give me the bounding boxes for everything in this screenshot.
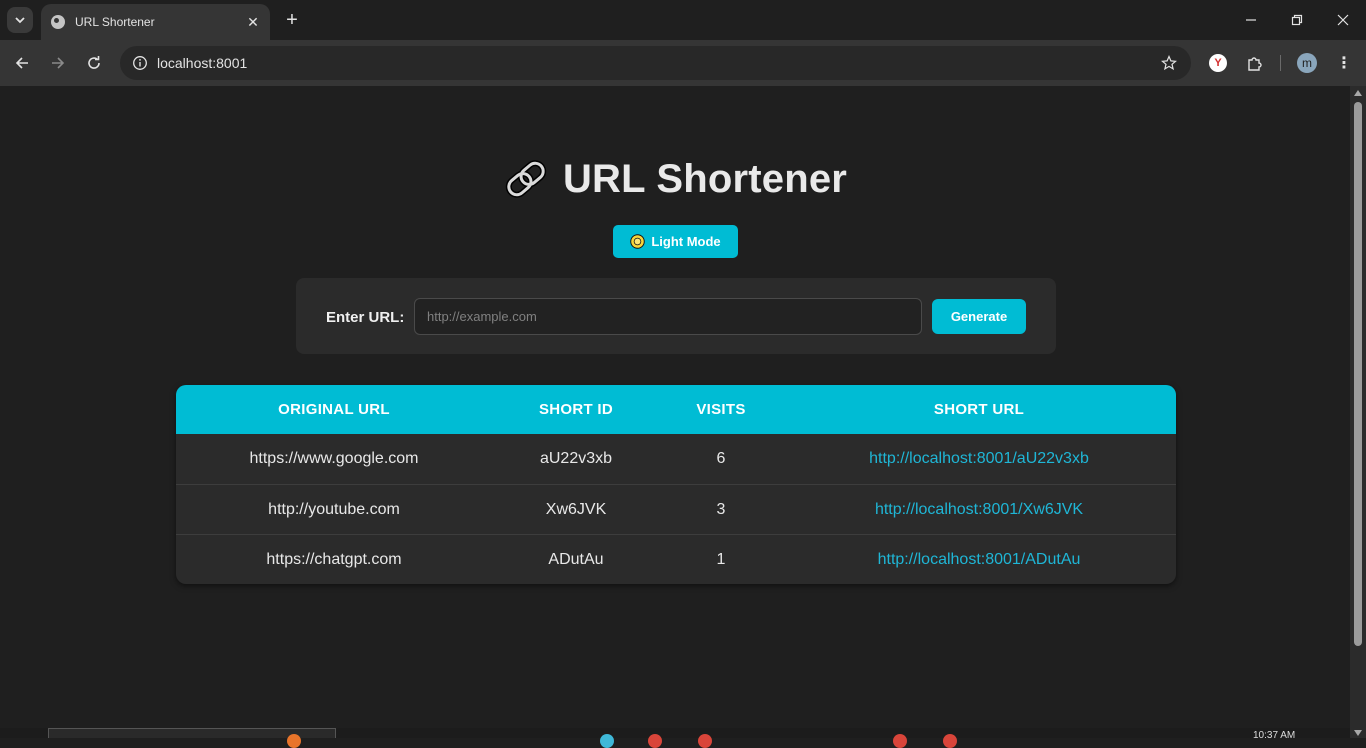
link-icon bbox=[505, 160, 547, 198]
forward-button[interactable] bbox=[46, 51, 70, 75]
toolbar-divider bbox=[1280, 55, 1281, 71]
browser-menu-icon[interactable]: ⋮ bbox=[1334, 53, 1354, 73]
taskbar-app-icon[interactable] bbox=[698, 734, 712, 748]
page-scrollbar[interactable] bbox=[1350, 86, 1366, 738]
taskbar-app-icon[interactable] bbox=[893, 734, 907, 748]
restore-icon bbox=[1291, 14, 1303, 26]
taskbar-app-icon[interactable] bbox=[287, 734, 301, 748]
reload-button[interactable] bbox=[82, 51, 106, 75]
browser-tab[interactable]: URL Shortener ✕ bbox=[41, 4, 270, 40]
table-row: http://youtube.com Xw6JVK 3 http://local… bbox=[176, 484, 1176, 534]
short-id-cell: ADutAu bbox=[548, 550, 604, 568]
tab-title: URL Shortener bbox=[75, 15, 155, 29]
light-mode-toggle-button[interactable]: Light Mode bbox=[613, 225, 738, 258]
original-url-cell: https://www.google.com bbox=[249, 450, 419, 467]
sun-icon bbox=[630, 234, 646, 249]
header-original-url: ORIGINAL URL bbox=[278, 401, 390, 418]
page-title: URL Shortener bbox=[562, 156, 848, 201]
shorten-form: Enter URL: Generate bbox=[296, 278, 1056, 354]
address-text: localhost:8001 bbox=[157, 55, 248, 71]
close-icon bbox=[1337, 14, 1349, 26]
page-header: URL Shortener bbox=[0, 156, 1350, 202]
table-row: https://www.google.com aU22v3xb 6 http:/… bbox=[176, 434, 1176, 484]
table-row: https://chatgpt.com ADutAu 1 http://loca… bbox=[176, 534, 1176, 584]
original-url-cell: http://youtube.com bbox=[268, 500, 400, 518]
generate-button[interactable]: Generate bbox=[932, 299, 1026, 334]
globe-icon bbox=[51, 15, 65, 29]
extension-y-icon[interactable]: Y bbox=[1209, 54, 1227, 72]
short-id-cell: Xw6JVK bbox=[545, 500, 607, 518]
table-body: https://www.google.com aU22v3xb 6 http:/… bbox=[176, 434, 1176, 584]
extensions-puzzle-icon[interactable] bbox=[1244, 52, 1266, 74]
header-short-url: SHORT URL bbox=[933, 401, 1025, 418]
arrow-right-icon bbox=[52, 57, 65, 69]
taskbar-app-icon[interactable] bbox=[943, 734, 957, 748]
reload-icon bbox=[88, 56, 100, 69]
urls-table: ORIGINAL URL SHORT ID VISITS SHORT URL h… bbox=[176, 385, 1176, 584]
taskbar-clock: 10:37 AM bbox=[1253, 730, 1296, 741]
short-url-link[interactable]: http://localhost:8001/aU22v3xb bbox=[869, 450, 1089, 467]
short-url-cell: http://localhost:8001/Xw6JVK bbox=[782, 501, 1176, 519]
tab-search-button[interactable] bbox=[7, 7, 33, 33]
light-mode-label: Light Mode bbox=[651, 234, 721, 249]
short-url-link[interactable]: http://localhost:8001/ADutAu bbox=[878, 551, 1081, 568]
address-bar[interactable]: localhost:8001 bbox=[120, 46, 1191, 80]
visits-cell: 1 bbox=[716, 550, 726, 568]
bookmark-star-icon[interactable] bbox=[1159, 53, 1179, 73]
browser-toolbar: localhost:8001 Y m ⋮ bbox=[0, 40, 1366, 86]
scroll-thumb[interactable] bbox=[1354, 102, 1362, 646]
short-url-cell: http://localhost:8001/ADutAu bbox=[782, 551, 1176, 569]
restore-button[interactable] bbox=[1285, 8, 1309, 32]
arrow-left-icon bbox=[15, 57, 28, 69]
tab-strip: URL Shortener ✕ + bbox=[0, 0, 1366, 40]
visits-cell: 6 bbox=[716, 450, 726, 467]
scroll-up-arrow-icon[interactable] bbox=[1354, 90, 1362, 96]
taskbar-app-icon[interactable] bbox=[648, 734, 662, 748]
original-url-cell: https://chatgpt.com bbox=[266, 550, 402, 568]
minimize-button[interactable] bbox=[1239, 8, 1263, 32]
header-visits: VISITS bbox=[696, 401, 746, 418]
visits-cell: 3 bbox=[716, 500, 726, 518]
short-url-cell: http://localhost:8001/aU22v3xb bbox=[782, 450, 1176, 468]
header-short-id: SHORT ID bbox=[538, 401, 614, 418]
taskbar-app-icon[interactable] bbox=[600, 734, 614, 748]
profile-avatar[interactable]: m bbox=[1297, 53, 1317, 73]
new-tab-button[interactable]: + bbox=[282, 10, 302, 30]
url-field-label: Enter URL: bbox=[326, 309, 405, 326]
os-taskbar: 10:37 AM bbox=[0, 728, 1350, 748]
url-input[interactable] bbox=[414, 298, 922, 335]
short-id-cell: aU22v3xb bbox=[539, 450, 613, 467]
back-button[interactable] bbox=[10, 51, 34, 75]
close-tab-icon[interactable]: ✕ bbox=[244, 13, 262, 31]
minimize-icon bbox=[1246, 19, 1256, 21]
chevron-down-icon bbox=[15, 17, 25, 24]
scroll-down-arrow-icon[interactable] bbox=[1354, 730, 1362, 736]
page-viewport: URL Shortener Light Mode Enter URL: Gene… bbox=[0, 86, 1350, 728]
close-window-button[interactable] bbox=[1331, 8, 1355, 32]
table-header: ORIGINAL URL SHORT ID VISITS SHORT URL bbox=[176, 385, 1176, 434]
site-info-icon[interactable] bbox=[130, 53, 150, 73]
short-url-link[interactable]: http://localhost:8001/Xw6JVK bbox=[875, 501, 1083, 518]
